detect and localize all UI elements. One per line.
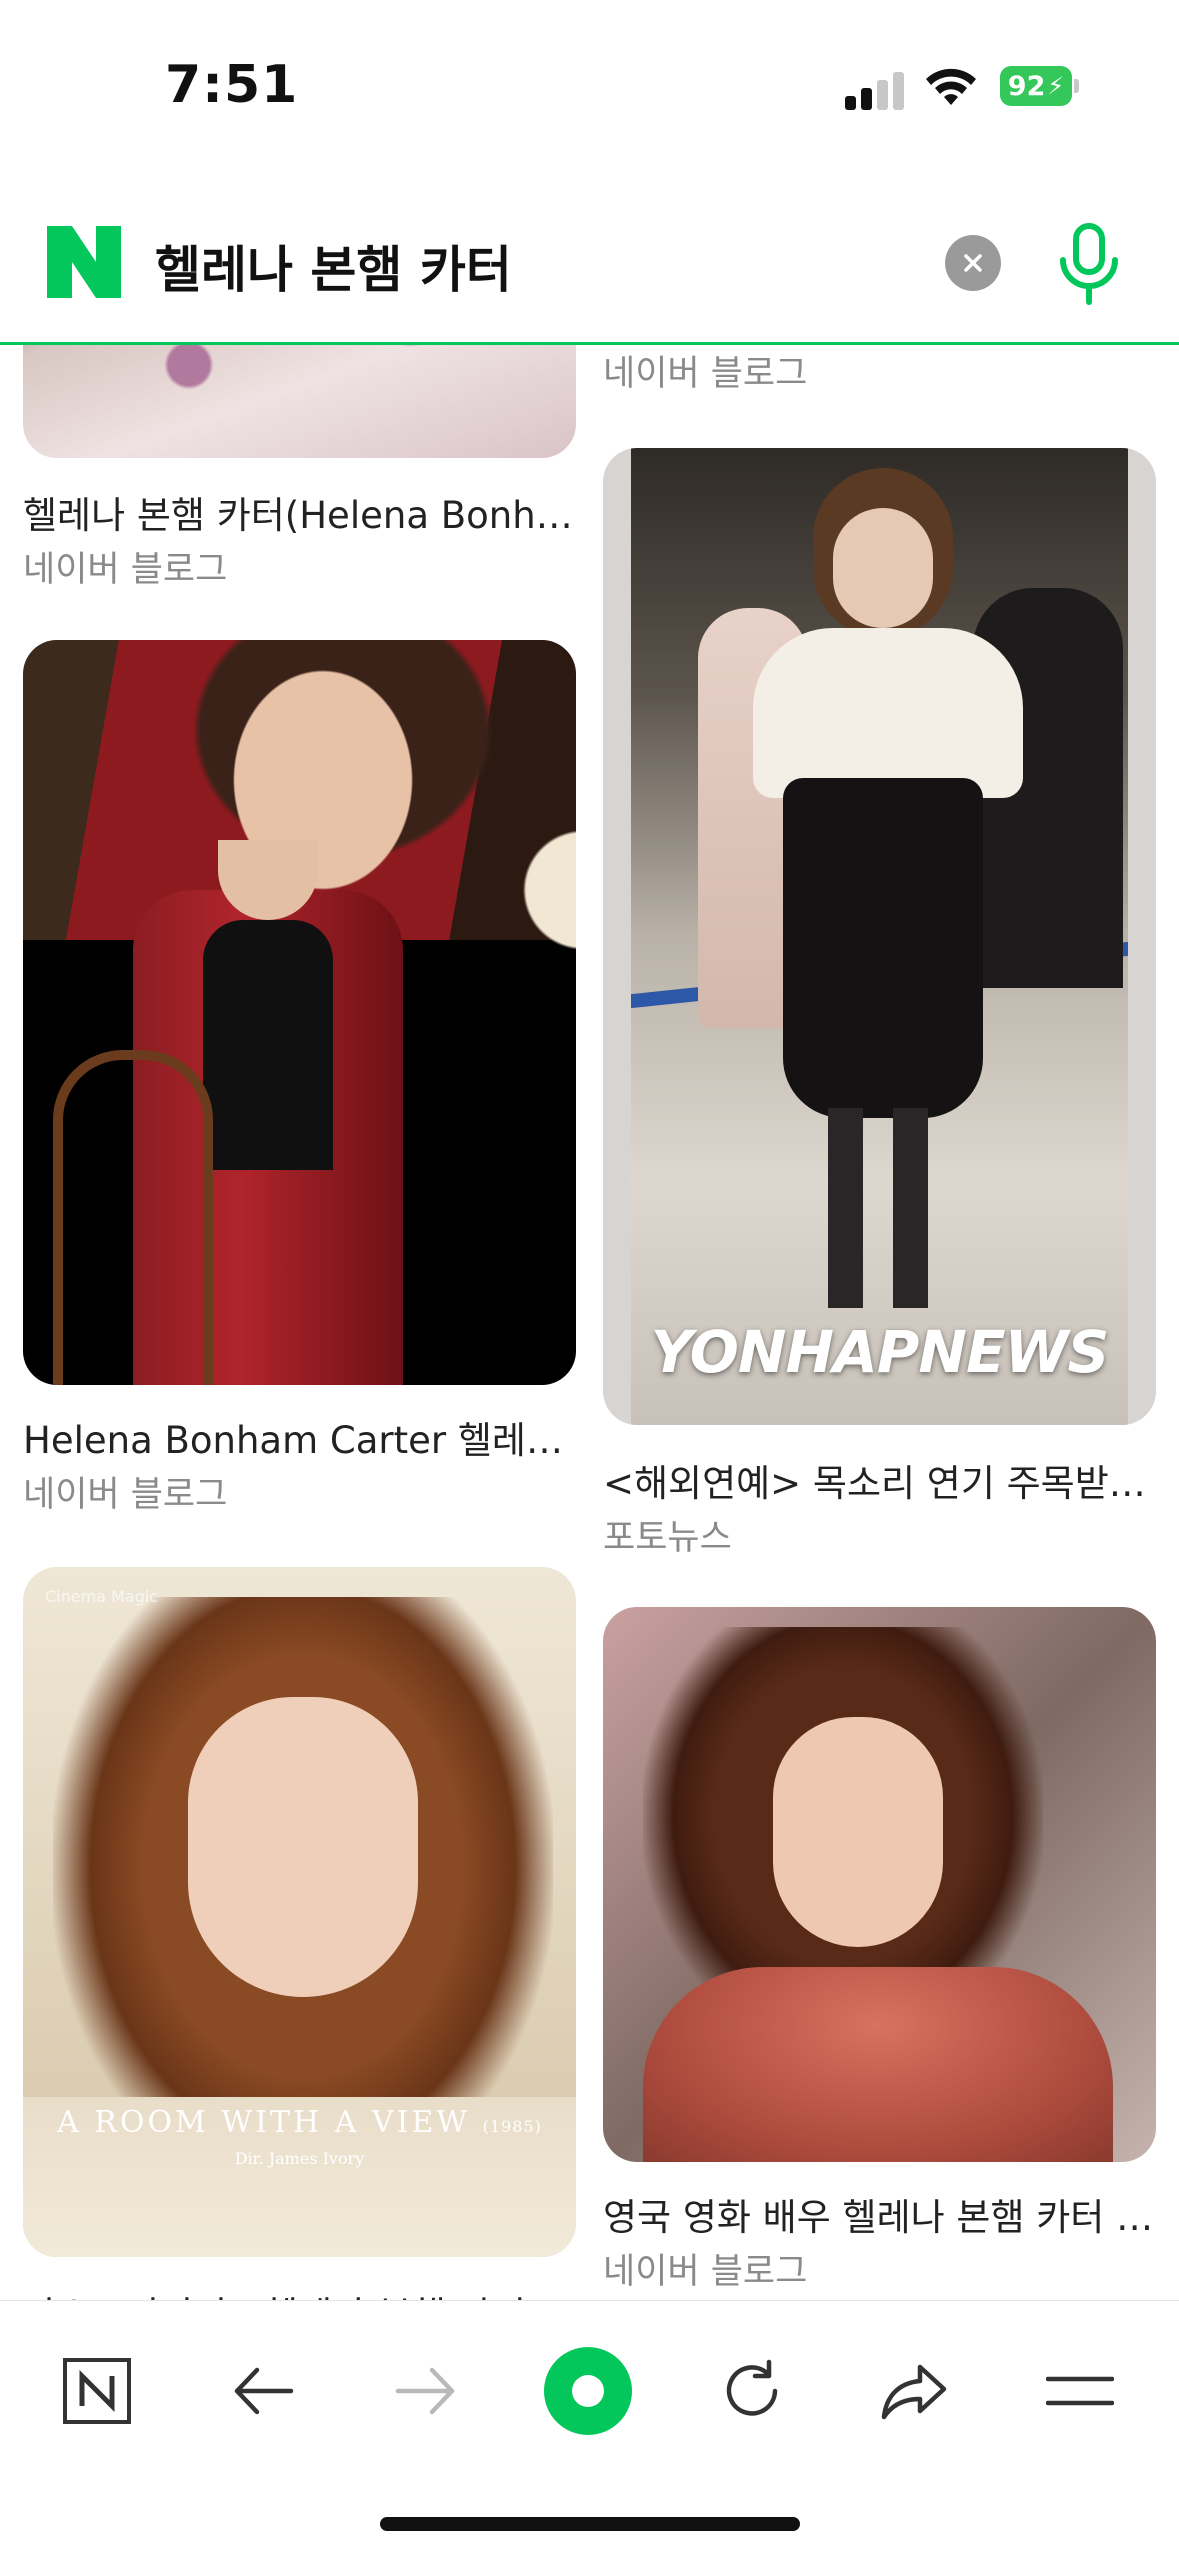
hamburger-menu-icon: [1046, 2376, 1114, 2406]
result-thumbnail[interactable]: Cinema Magic A ROOM WITH A VIEW (1985) D…: [23, 1567, 576, 2257]
refresh-icon: [726, 2359, 778, 2416]
refresh-button[interactable]: [707, 2346, 797, 2436]
status-time: 7:51: [165, 55, 299, 115]
charging-bolt-icon: ⚡: [1047, 72, 1065, 100]
result-thumbnail[interactable]: [23, 640, 576, 1385]
green-dot-button[interactable]: [543, 2346, 633, 2436]
voice-search-microphone-icon[interactable]: [1055, 222, 1123, 306]
result-title[interactable]: 영국 영화 배우 헬레나 본햄 카터 패...: [603, 2187, 1156, 2241]
result-thumbnail[interactable]: YONHAPNEWS: [603, 448, 1156, 1425]
clear-search-button[interactable]: [945, 235, 1001, 291]
status-bar: 7:51 92 ⚡: [0, 0, 1179, 190]
search-query[interactable]: 헬레나 본햄 카터: [155, 230, 512, 302]
battery-indicator: 92 ⚡: [1000, 66, 1079, 106]
share-arrow-icon: [881, 2364, 947, 2420]
back-button[interactable]: [218, 2346, 308, 2436]
result-thumbnail[interactable]: [23, 345, 576, 458]
naver-n-icon: [63, 2358, 131, 2424]
arrow-right-icon: [395, 2367, 455, 2415]
corner-caption: Cinema Magic: [45, 1587, 159, 1606]
close-icon: [964, 254, 982, 272]
movie-year: (1985): [482, 2117, 542, 2136]
result-title[interactable]: <해외연예> 목소리 연기 주목받는 ...: [603, 1453, 1156, 1507]
result-source: 네이버 블로그: [603, 2252, 808, 2292]
result-source: 포토뉴스: [603, 1518, 732, 1558]
share-button[interactable]: [870, 2346, 960, 2436]
result-thumbnail[interactable]: [603, 1607, 1156, 2162]
bottom-toolbar: [0, 2300, 1179, 2557]
home-indicator[interactable]: [380, 2517, 800, 2531]
naver-logo-icon[interactable]: [47, 226, 121, 298]
result-card[interactable]: YONHAPNEWS <해외연예> 목소리 연기 주목받는 ... 포토뉴스: [590, 448, 1179, 1558]
result-title[interactable]: 아스트리티미 - 헬레나 본햄 카터 E...: [23, 2285, 576, 2300]
forward-button[interactable]: [381, 2346, 471, 2436]
result-card[interactable]: Helena Bonham Carter 헬레나 ... 네이버 블로그: [0, 640, 590, 1515]
movie-title: A ROOM WITH A VIEW: [57, 2105, 471, 2140]
result-card[interactable]: Cinema Magic A ROOM WITH A VIEW (1985) D…: [0, 1567, 590, 2300]
result-title[interactable]: 헬레나 본햄 카터(Helena Bonha...: [23, 485, 576, 539]
image-results-grid: 헬레나 본햄 카터(Helena Bonha... 네이버 블로그 네이버 블로…: [0, 345, 1179, 2300]
result-card[interactable]: 헬레나 본햄 카터(Helena Bonha... 네이버 블로그: [0, 345, 590, 595]
result-source: 네이버 블로그: [23, 1475, 228, 1515]
result-source: 네이버 블로그: [603, 354, 808, 394]
green-dot-icon: [544, 2347, 632, 2435]
result-title[interactable]: Helena Bonham Carter 헬레나 ...: [23, 1410, 576, 1464]
movie-director: Dir. James Ivory: [234, 2149, 365, 2168]
result-source: 네이버 블로그: [23, 550, 228, 590]
result-watermark: YONHAPNEWS: [650, 1318, 1110, 1386]
battery-level: 92: [1007, 70, 1046, 102]
menu-button[interactable]: [1035, 2346, 1125, 2436]
search-header: 헬레나 본햄 카터: [0, 190, 1179, 345]
wifi-icon: [926, 68, 976, 105]
naver-home-button[interactable]: [52, 2346, 142, 2436]
result-card[interactable]: 네이버 블로그: [590, 345, 1179, 405]
result-card[interactable]: 영국 영화 배우 헬레나 본햄 카터 패... 네이버 블로그: [590, 1607, 1179, 2297]
cellular-signal-icon: [845, 70, 907, 110]
arrow-left-icon: [234, 2367, 294, 2415]
